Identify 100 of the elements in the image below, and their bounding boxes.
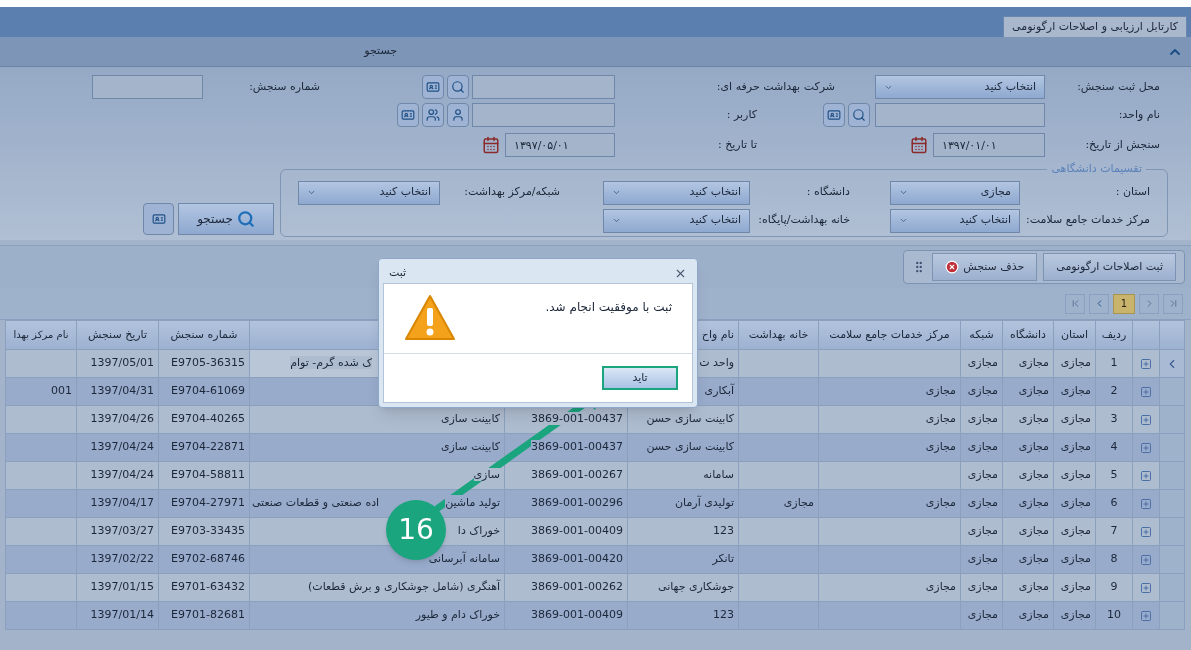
card-button[interactable] [823, 103, 845, 127]
person-icon [451, 108, 465, 122]
table-cell-text: 1397/04/24 [90, 440, 154, 454]
toolbar-button[interactable]: ثبت اصلاحات ارگونومی [1043, 253, 1176, 281]
field-label: دانشگاه : [805, 184, 851, 201]
table-cell-text: تولید ماشین [445, 495, 500, 512]
search-button[interactable] [848, 103, 870, 127]
field-label: شبکه/مرکز بهداشت: [463, 184, 561, 201]
row-selector[interactable] [1159, 349, 1185, 378]
table-cell-text: مجازی [967, 552, 998, 566]
table-cell-text: E9704-27971 [171, 496, 245, 510]
expand-icon[interactable] [1140, 357, 1152, 370]
card-button[interactable] [143, 203, 174, 235]
table-cell-text: 3 [1110, 412, 1118, 426]
dropdown[interactable]: انتخاب کنید [298, 180, 440, 205]
table-cell-text: 123 [713, 524, 734, 538]
delete-icon [945, 260, 960, 274]
people-button[interactable] [422, 103, 444, 127]
table-cell-text: خوراک دا [457, 524, 500, 538]
table-cell-text: E9704-61069 [171, 384, 245, 398]
search-button[interactable] [447, 75, 469, 99]
person-button[interactable] [447, 103, 469, 127]
search-icon [852, 108, 866, 122]
table-cell-text: آبکاری [704, 384, 734, 398]
table-cell-text: مجازی [1060, 496, 1091, 510]
table-cell-text: مجازی [925, 412, 956, 426]
table-cell-text: E9703-33435 [171, 524, 245, 538]
table-cell-text: کابینت سازی حسن [646, 412, 734, 426]
expand-icon[interactable] [1140, 385, 1152, 398]
row-selector[interactable] [1159, 461, 1185, 490]
expand-icon[interactable] [1140, 553, 1152, 566]
table-cell-text: 3869-001-00437 [531, 412, 623, 426]
input-field[interactable] [472, 75, 615, 99]
dropdown[interactable]: انتخاب کنید [603, 180, 750, 205]
table-cell-text: مجازی [1060, 468, 1091, 482]
table-cell-text: مجازی [1018, 468, 1049, 482]
table-cell-text: مجازی [1060, 608, 1091, 622]
table-cell-text: جوشکاری جهانی [658, 580, 734, 594]
search-icon [236, 210, 255, 228]
expand-icon[interactable] [1140, 497, 1152, 510]
table-cell-text: 1397/01/15 [90, 580, 154, 594]
dropdown[interactable]: مجازی [890, 180, 1020, 205]
tab[interactable]: کارتابل ارزیابی و اصلاحات ارگونومی [1003, 16, 1187, 37]
confirm-button[interactable]: تاید [602, 366, 678, 390]
table-cell-text: سامانه آبرسانی [428, 552, 500, 566]
dropdown[interactable]: انتخاب کنید [890, 208, 1020, 233]
table-cell-text: 9 [1110, 580, 1118, 594]
input-field[interactable] [875, 103, 1045, 127]
delete-button[interactable]: حذف سنجش [932, 253, 1038, 281]
dropdown[interactable]: انتخاب کنید [603, 208, 750, 233]
previous-page-button[interactable] [1089, 293, 1109, 314]
field-label: شرکت بهداشت حرفه ای: [715, 78, 835, 95]
first-page-button[interactable] [1065, 293, 1085, 314]
caret-icon [307, 188, 316, 197]
table-cell-text: 3869-001-00409 [531, 524, 623, 538]
expand-icon[interactable] [1140, 581, 1152, 594]
table-cell-text: 1397/02/22 [90, 552, 154, 566]
table-cell-text: 1397/03/27 [90, 524, 154, 538]
input-field[interactable]: ۱۳۹۷/۰۵/۰۱ [505, 133, 615, 157]
calendar-icon[interactable] [910, 136, 928, 154]
table-cell-text: 3869-001-00409 [531, 608, 623, 622]
input-field[interactable] [472, 103, 615, 127]
next-page-button[interactable] [1139, 293, 1159, 314]
column-header[interactable]: نام واح [701, 327, 734, 341]
table-cell-text: سامانه [703, 468, 734, 482]
card-button[interactable] [422, 75, 444, 99]
table-cell-text: E9705-36315 [171, 356, 245, 370]
table-cell-text: مجازی [783, 496, 814, 510]
page-button[interactable]: 1 [1113, 293, 1135, 314]
table-cell-text: مجازی [967, 608, 998, 622]
row-selector[interactable] [1159, 545, 1185, 574]
row-selector[interactable] [1159, 601, 1185, 630]
expand-icon[interactable] [1140, 441, 1152, 454]
row-selector[interactable] [1159, 377, 1185, 406]
caret-icon [612, 216, 621, 225]
field-label: شماره سنجش: [248, 78, 320, 95]
expand-icon[interactable] [1140, 609, 1152, 622]
card-button[interactable] [397, 103, 419, 127]
input-field[interactable] [92, 75, 203, 99]
input-field[interactable]: ۱۳۹۷/۰۱/۰۱ [933, 133, 1045, 157]
table-cell-text: 7 [1110, 524, 1118, 538]
table-cell-text: 10 [1107, 608, 1121, 622]
row-selector[interactable] [1159, 517, 1185, 546]
row-selector[interactable] [1159, 489, 1185, 518]
dialog-title: ثبت [389, 264, 407, 281]
calendar-icon[interactable] [482, 136, 500, 154]
row-selector[interactable] [1159, 573, 1185, 602]
search-button[interactable]: جستجو [178, 203, 274, 235]
table-cell-text: 001 [51, 384, 72, 398]
table-cell-text: کابینت سازی [440, 440, 500, 454]
expand-icon[interactable] [1140, 525, 1152, 538]
table-cell-text: تولیدی آرمان [675, 496, 734, 510]
row-selector[interactable] [1159, 405, 1185, 434]
last-page-button[interactable] [1163, 293, 1183, 314]
row-selector[interactable] [1159, 433, 1185, 462]
table-cell-text: مجازی [1018, 580, 1049, 594]
dropdown[interactable]: انتخاب کنید [875, 75, 1045, 99]
caret-icon [899, 188, 908, 197]
expand-icon[interactable] [1140, 469, 1152, 482]
expand-icon[interactable] [1140, 413, 1152, 426]
